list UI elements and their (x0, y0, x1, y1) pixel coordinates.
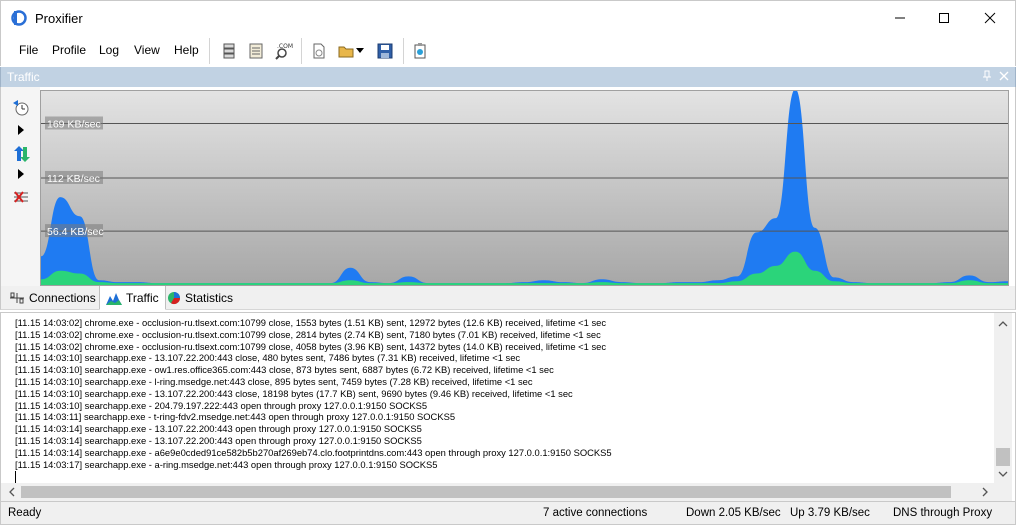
tab-connections[interactable]: Connections (3, 286, 102, 310)
scroll-right-arrow-icon[interactable] (976, 483, 994, 501)
up-down-traffic-icon[interactable] (11, 145, 31, 163)
clear-icon[interactable] (11, 189, 31, 207)
log-line: [11.15 14:03:11] searchapp.exe - t-ring-… (15, 411, 456, 423)
panel-close-icon[interactable] (998, 70, 1010, 85)
view-tabs: Connections Traffic Statistics (0, 286, 1016, 310)
gridline-label: 112 KB/sec (47, 173, 100, 185)
traffic-icon (106, 291, 122, 305)
horizontal-scrollbar[interactable] (1, 483, 994, 501)
log-line: [11.15 14:03:14] searchapp.exe - 13.107.… (15, 423, 422, 435)
advanced-settings-icon[interactable] (409, 40, 431, 62)
traffic-chart-svg: 56.4 KB/sec 112 KB/sec 169 KB/sec (41, 91, 1008, 285)
chart-background (41, 91, 1008, 285)
close-button[interactable] (967, 1, 1013, 35)
status-upload-rate: Up 3.79 KB/sec (790, 507, 870, 519)
traffic-tool-strip (0, 87, 40, 286)
log-line: [11.15 14:03:10] searchapp.exe - 204.79.… (15, 399, 428, 411)
toolbar-separator (209, 38, 210, 64)
scroll-left-arrow-icon[interactable] (3, 483, 21, 501)
status-dns-mode: DNS through Proxy (893, 507, 993, 519)
proxifier-logo-icon (11, 10, 27, 26)
traffic-panel-header: Traffic (0, 67, 1016, 87)
minimize-button[interactable] (877, 1, 923, 35)
tab-label: Connections (29, 291, 96, 305)
log-panel: [11.15 14:03:02] chrome.exe - occlusion-… (0, 312, 1016, 502)
log-line: [11.15 14:03:10] searchapp.exe - 13.107.… (15, 352, 521, 364)
status-ready: Ready (8, 507, 42, 519)
toolbar-separator (301, 38, 302, 64)
tab-statistics[interactable]: Statistics (161, 286, 239, 310)
log-line: [11.15 14:03:10] searchapp.exe - 13.107.… (15, 387, 573, 399)
log-line: [11.15 14:03:17] searchapp.exe - a-ring.… (15, 458, 438, 470)
vertical-scroll-thumb[interactable] (996, 448, 1010, 466)
panel-title: Traffic (7, 70, 40, 84)
expand-arrow-icon[interactable] (11, 121, 31, 139)
open-profile-dropdown-icon[interactable] (353, 40, 367, 62)
status-bar: Ready 7 active connections Down 2.05 KB/… (0, 502, 1016, 525)
tab-label: Statistics (185, 291, 234, 305)
log-line: [11.15 14:03:10] searchapp.exe - ow1.res… (15, 364, 554, 376)
menu-help[interactable]: Help (174, 43, 199, 57)
log-lines[interactable]: [11.15 14:03:02] chrome.exe - occlusion-… (15, 317, 985, 481)
toolbar-separator (403, 38, 404, 64)
log-line: [11.15 14:03:14] searchapp.exe - 13.107.… (15, 434, 422, 446)
horizontal-scroll-thumb[interactable] (21, 486, 951, 498)
menu-log[interactable]: Log (99, 43, 119, 57)
menu-file[interactable]: File (19, 43, 38, 57)
proxy-servers-icon[interactable] (218, 40, 240, 62)
pie-chart-icon (167, 291, 181, 305)
time-scale-icon[interactable] (11, 99, 31, 117)
gridline-label: 169 KB/sec (47, 118, 101, 130)
proxification-rules-icon[interactable] (245, 40, 267, 62)
tab-label: Traffic (126, 290, 159, 305)
text-caret (15, 471, 16, 483)
scroll-corner (994, 483, 1012, 501)
status-active-connections: 7 active connections (543, 507, 648, 519)
expand-arrow-icon[interactable] (11, 165, 31, 183)
tab-traffic[interactable]: Traffic (99, 286, 166, 310)
menu-view[interactable]: View (134, 43, 160, 57)
maximize-button[interactable] (921, 1, 967, 35)
title-bar: Proxifier (0, 0, 1016, 34)
save-profile-icon[interactable] (374, 40, 396, 62)
connections-icon (9, 292, 25, 304)
scroll-down-arrow-icon[interactable] (994, 465, 1012, 483)
traffic-chart: 56.4 KB/sec 112 KB/sec 169 KB/sec (40, 90, 1009, 286)
log-line: [11.15 14:03:02] chrome.exe - occlusion-… (15, 340, 607, 352)
scroll-up-arrow-icon[interactable] (994, 315, 1012, 333)
chart-right-margin (1009, 87, 1016, 286)
name-resolution-icon[interactable]: .COM (272, 40, 294, 62)
menu-bar: File Profile Log View Help .COM (0, 34, 1016, 66)
log-line: [11.15 14:03:02] chrome.exe - occlusion-… (15, 317, 607, 328)
log-line: [11.15 14:03:10] searchapp.exe - l-ring.… (15, 375, 533, 387)
new-profile-icon[interactable] (308, 40, 330, 62)
pin-icon[interactable] (981, 70, 993, 85)
log-line: [11.15 14:03:02] chrome.exe - occlusion-… (15, 328, 601, 340)
status-download-rate: Down 2.05 KB/sec (686, 507, 781, 519)
menu-profile[interactable]: Profile (52, 43, 86, 57)
window-title: Proxifier (35, 11, 83, 26)
name-resolution-badge: .COM (277, 43, 293, 50)
gridline-label: 56.4 KB/sec (47, 226, 104, 238)
log-line: [11.15 14:03:14] searchapp.exe - a6e9e0c… (15, 446, 612, 458)
vertical-scrollbar[interactable] (994, 313, 1012, 483)
